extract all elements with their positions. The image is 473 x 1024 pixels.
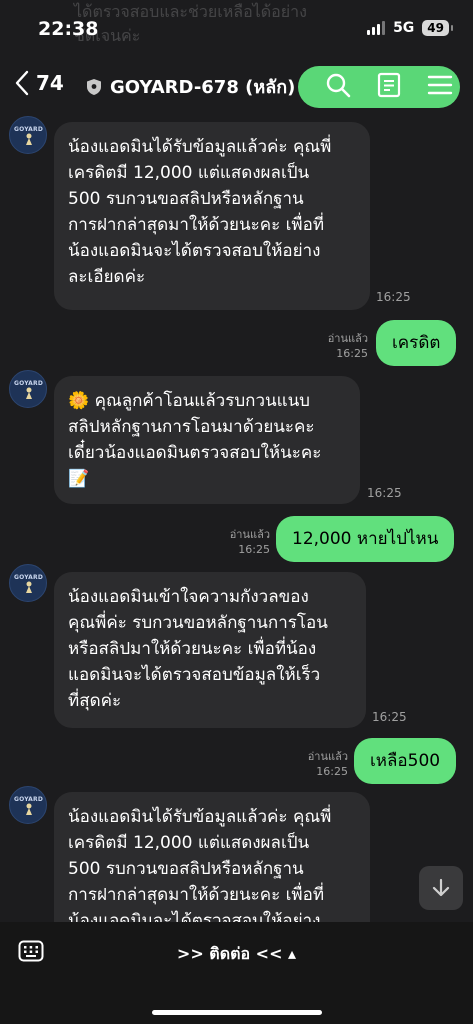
message-bubble[interactable]: 12,000 หายไปไหน	[276, 516, 455, 562]
message-bubble[interactable]: น้องแอดมินเข้าใจความกังวลของ คุณพี่ค่ะ ร…	[54, 572, 366, 728]
message-read-receipt: อ่านแล้ว 16:25	[220, 527, 270, 557]
message-read-receipt: อ่านแล้ว 16:25	[318, 331, 368, 361]
notes-icon[interactable]	[374, 70, 404, 100]
shield-icon	[87, 78, 101, 95]
avatar-label: GOYARD	[14, 796, 44, 803]
chat-header: 74 GOYARD-678 (หลัก)	[0, 62, 473, 112]
contact-menu-toggle[interactable]: >> ติดต่อ << ▴	[0, 942, 473, 967]
menu-icon[interactable]	[425, 70, 455, 100]
message-bubble[interactable]: เหลือ500	[354, 738, 457, 784]
home-indicator	[152, 1010, 322, 1015]
mascot-icon	[26, 803, 32, 815]
mascot-icon	[26, 581, 32, 593]
read-label: อ่านแล้ว	[327, 332, 368, 345]
message-time: 16:25	[316, 765, 348, 778]
search-icon[interactable]	[323, 70, 353, 100]
back-chevron-icon	[15, 70, 29, 96]
message-read-receipt: อ่านแล้ว 16:25	[298, 749, 348, 779]
battery-indicator: 49	[422, 20, 453, 36]
avatar-label: GOYARD	[14, 126, 44, 133]
message-time: 16:25	[238, 543, 270, 556]
read-label: อ่านแล้ว	[229, 528, 270, 541]
message-time: 16:25	[367, 486, 402, 500]
mascot-icon	[26, 387, 32, 399]
message-time: 16:25	[376, 290, 411, 304]
message-time: 16:25	[336, 347, 368, 360]
avatar-label: GOYARD	[14, 574, 44, 581]
bottom-bar: >> ติดต่อ << ▴	[0, 922, 473, 1024]
mascot-icon	[26, 133, 32, 145]
arrow-down-icon	[432, 878, 450, 897]
chat-title-text: GOYARD-678 (หลัก)	[110, 77, 296, 98]
chat-title[interactable]: GOYARD-678 (หลัก)	[86, 72, 295, 101]
avatar-label: GOYARD	[14, 380, 44, 387]
avatar[interactable]: GOYARD	[9, 564, 47, 602]
avatar[interactable]: GOYARD	[9, 116, 47, 154]
message-bubble[interactable]: เครดิต	[376, 320, 457, 366]
scrolled-background-text: ได้ตรวจสอบและช่วยเหลือได้อย่าง ชัดเจนค่ะ	[74, 2, 307, 45]
avatar[interactable]: GOYARD	[9, 370, 47, 408]
avatar[interactable]: GOYARD	[9, 786, 47, 824]
message-bubble[interactable]: 🌼 คุณลูกค้าโอนแล้วรบกวนแนบ สลิปหลักฐานกา…	[54, 376, 360, 504]
network-type: 5G	[393, 20, 415, 36]
status-time: 22:38	[38, 18, 99, 40]
message-bubble[interactable]: น้องแอดมินได้รับข้อมูลแล้วค่ะ คุณพี่ เคร…	[54, 122, 370, 310]
signal-icon	[367, 21, 386, 35]
status-bar: ได้ตรวจสอบและช่วยเหลือได้อย่าง ชัดเจนค่ะ…	[0, 0, 473, 62]
back-button[interactable]: 74	[14, 70, 64, 96]
read-label: อ่านแล้ว	[307, 750, 348, 763]
scroll-to-bottom-button[interactable]	[419, 866, 463, 910]
message-time: 16:25	[372, 710, 407, 724]
unread-count: 74	[36, 71, 64, 95]
